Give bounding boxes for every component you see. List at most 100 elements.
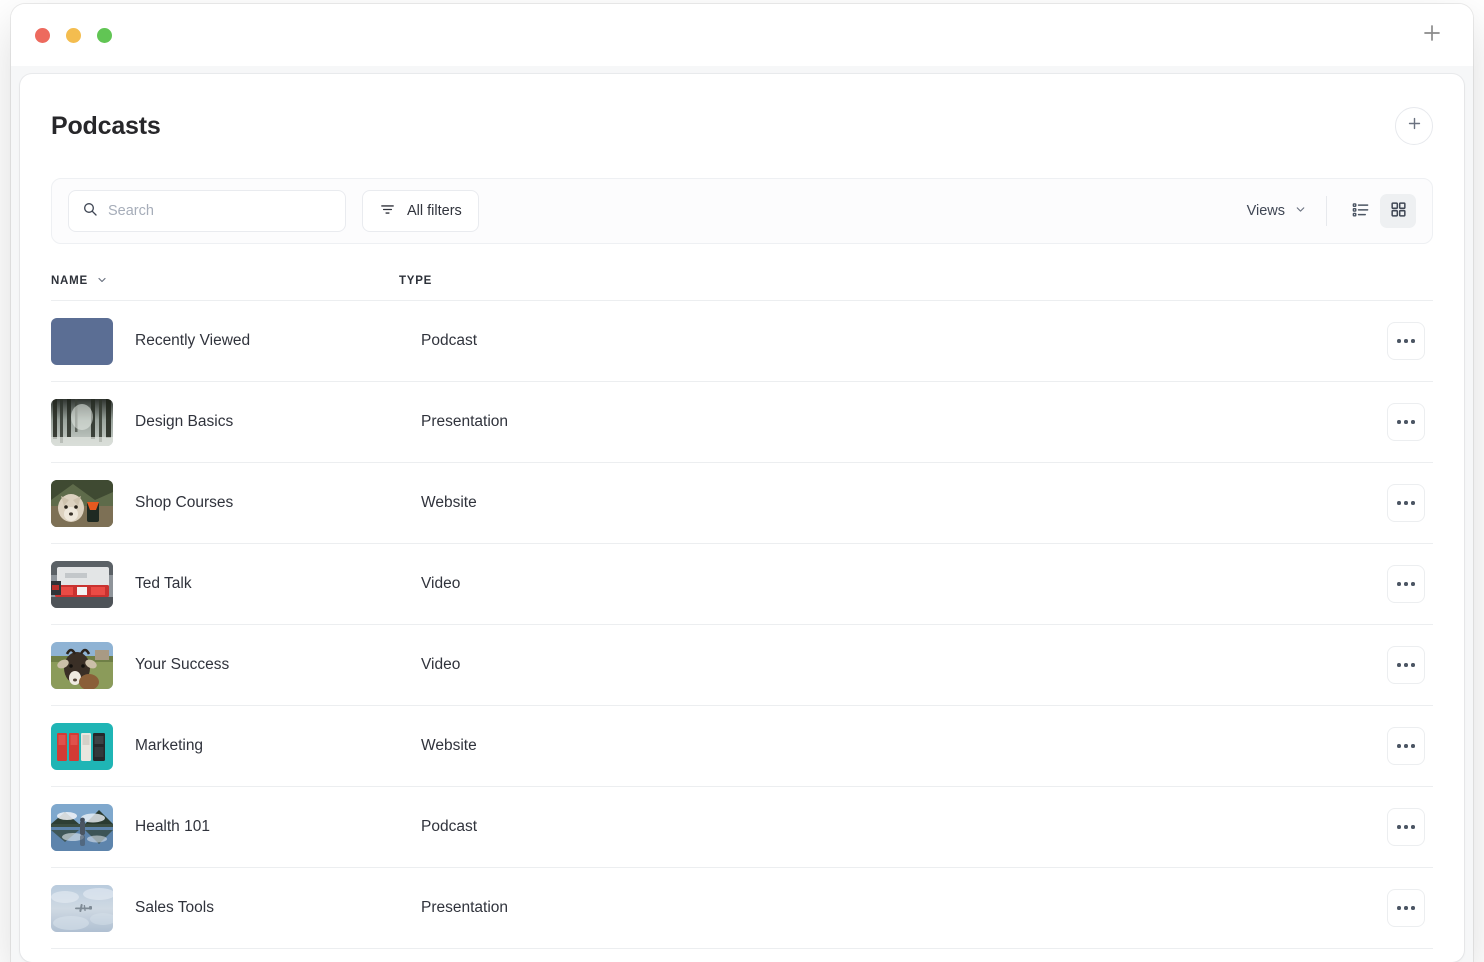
row-actions-button[interactable]: [1387, 484, 1425, 522]
page-body: Podcasts Search All filters Views NAME T…: [11, 66, 1473, 962]
row-name: Design Basics: [135, 413, 234, 430]
column-header-name[interactable]: NAME: [51, 274, 399, 289]
more-horizontal-icon: [1397, 663, 1401, 667]
row-thumbnail: [51, 560, 113, 608]
toolbar-right-group: Views: [1247, 194, 1416, 228]
more-horizontal-icon: [1411, 663, 1415, 667]
grid-icon: [1389, 200, 1408, 222]
all-filters-label: All filters: [407, 203, 462, 219]
row-actions-button[interactable]: [1387, 727, 1425, 765]
search-box[interactable]: [68, 190, 346, 232]
row-thumbnail: [51, 317, 113, 365]
table-row[interactable]: Recently Viewed Podcast: [51, 301, 1433, 382]
content-card: Podcasts Search All filters Views NAME T…: [20, 74, 1464, 962]
more-horizontal-icon: [1404, 420, 1408, 424]
more-horizontal-icon: [1404, 582, 1408, 586]
close-button[interactable]: [35, 27, 50, 43]
table-row[interactable]: Your Success Video: [51, 625, 1433, 706]
column-header-name-label: NAME: [51, 275, 88, 287]
row-type: Video: [421, 575, 461, 592]
row-type: Website: [421, 494, 477, 511]
views-dropdown[interactable]: Views: [1247, 203, 1326, 220]
table-row[interactable]: Shop Courses Website: [51, 463, 1433, 544]
row-actions-button[interactable]: [1387, 889, 1425, 927]
more-horizontal-icon: [1404, 744, 1408, 748]
row-name: Your Success: [135, 656, 230, 673]
more-horizontal-icon: [1404, 825, 1408, 829]
filter-icon: [379, 201, 396, 222]
app-window: Podcasts Search All filters Views NAME T…: [11, 4, 1473, 962]
row-name: Shop Courses: [135, 494, 234, 511]
row-name: Marketing: [135, 737, 204, 754]
plus-icon: [1406, 115, 1423, 137]
more-horizontal-icon: [1404, 339, 1408, 343]
row-thumbnail: [51, 398, 113, 446]
toolbar-divider: [1326, 196, 1327, 226]
row-type: Video: [421, 656, 461, 673]
row-name: Ted Talk: [135, 575, 192, 592]
row-type: Presentation: [421, 413, 509, 430]
row-type: Podcast: [421, 818, 478, 835]
card-header: Podcasts: [51, 74, 1433, 178]
row-thumbnail: [51, 803, 113, 851]
more-horizontal-icon: [1411, 906, 1415, 910]
more-horizontal-icon: [1397, 420, 1401, 424]
more-horizontal-icon: [1397, 825, 1401, 829]
filter-toolbar: All filters Views: [51, 178, 1433, 244]
list-view-button[interactable]: [1342, 194, 1378, 228]
more-horizontal-icon: [1411, 582, 1415, 586]
maximize-button[interactable]: [97, 27, 112, 43]
table-body: Recently Viewed Podcast Design Basics Prese…: [51, 301, 1433, 949]
row-thumbnail: [51, 722, 113, 770]
row-thumbnail: [51, 884, 113, 932]
row-thumbnail: [51, 641, 113, 689]
more-horizontal-icon: [1397, 501, 1401, 505]
new-tab-button[interactable]: [1419, 22, 1445, 48]
more-horizontal-icon: [1411, 501, 1415, 505]
row-actions-button[interactable]: [1387, 322, 1425, 360]
grid-view-button[interactable]: [1380, 194, 1416, 228]
row-actions-button[interactable]: [1387, 646, 1425, 684]
more-horizontal-icon: [1397, 339, 1401, 343]
more-horizontal-icon: [1411, 825, 1415, 829]
window-titlebar: [11, 4, 1473, 66]
row-actions-button[interactable]: [1387, 403, 1425, 441]
view-mode-toggle: [1342, 194, 1416, 228]
more-horizontal-icon: [1411, 420, 1415, 424]
more-horizontal-icon: [1404, 906, 1408, 910]
row-thumbnail: [51, 479, 113, 527]
minimize-button[interactable]: [66, 27, 81, 43]
table-row[interactable]: Design Basics Presentation: [51, 382, 1433, 463]
row-name: Recently Viewed: [135, 332, 251, 349]
table-row[interactable]: Health 101 Podcast: [51, 787, 1433, 868]
search-icon: [82, 201, 98, 222]
row-actions-button[interactable]: [1387, 565, 1425, 603]
more-horizontal-icon: [1397, 582, 1401, 586]
chevron-down-icon: [96, 274, 108, 289]
all-filters-button[interactable]: All filters: [362, 190, 479, 232]
page-title: Podcasts: [51, 111, 161, 140]
add-item-button[interactable]: [1395, 107, 1433, 145]
more-horizontal-icon: [1411, 339, 1415, 343]
table-header: NAME TYPE: [51, 244, 1433, 300]
chevron-down-icon: [1294, 203, 1307, 220]
more-horizontal-icon: [1397, 744, 1401, 748]
views-label: Views: [1246, 203, 1285, 219]
column-header-type[interactable]: TYPE: [399, 275, 432, 287]
row-name: Sales Tools: [135, 899, 214, 916]
row-type: Presentation: [421, 899, 509, 916]
search-input[interactable]: [108, 203, 332, 219]
more-horizontal-icon: [1411, 744, 1415, 748]
more-horizontal-icon: [1397, 906, 1401, 910]
table-row[interactable]: Marketing Website: [51, 706, 1433, 787]
more-horizontal-icon: [1404, 663, 1408, 667]
more-horizontal-icon: [1404, 501, 1408, 505]
row-type: Podcast: [421, 332, 478, 349]
traffic-lights: [35, 27, 112, 43]
list-icon: [1351, 200, 1370, 222]
table-row[interactable]: Ted Talk Video: [51, 544, 1433, 625]
row-actions-button[interactable]: [1387, 808, 1425, 846]
table-row[interactable]: Sales Tools Presentation: [51, 868, 1433, 949]
plus-icon: [1420, 21, 1444, 50]
row-type: Website: [421, 737, 477, 754]
